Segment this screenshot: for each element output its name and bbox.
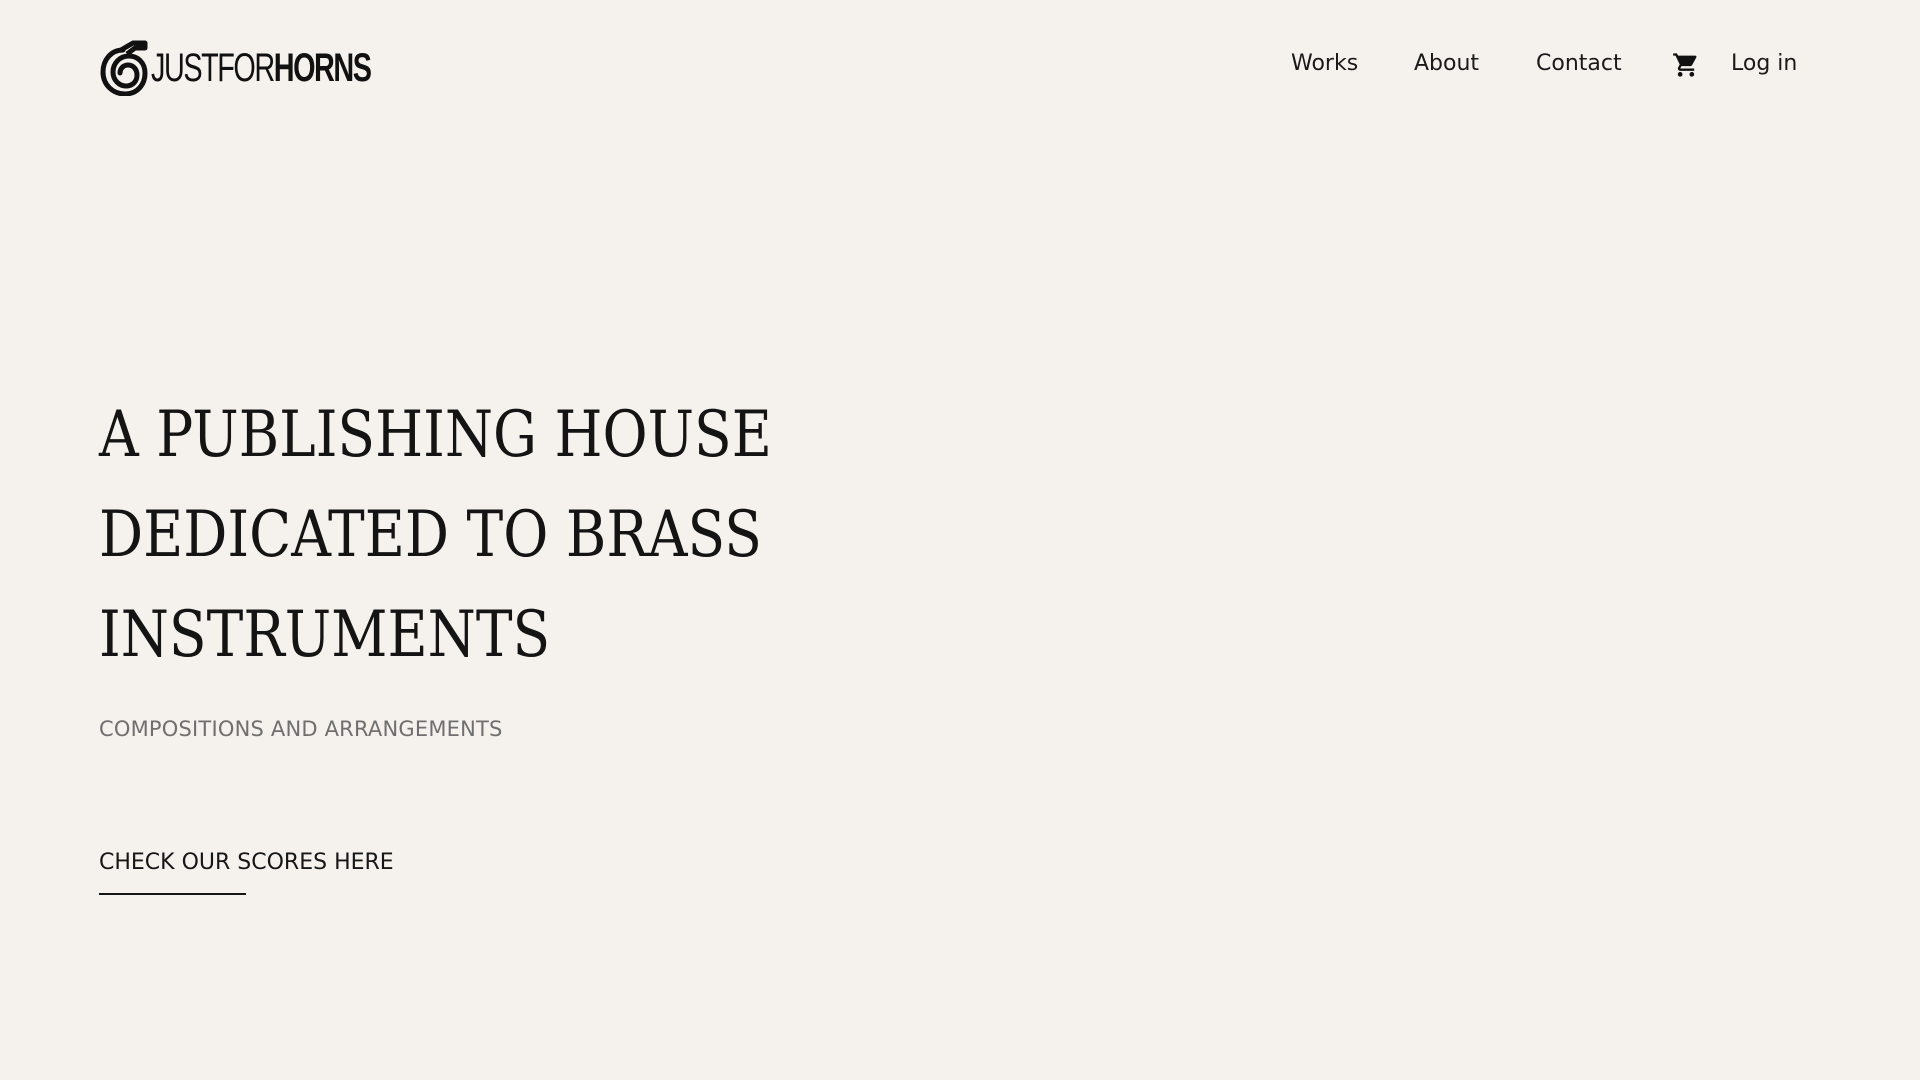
site-logo[interactable]: JUSTFORHORNS — [99, 40, 456, 96]
shopping-cart-icon[interactable] — [1672, 51, 1700, 79]
nav-login[interactable]: Log in — [1731, 48, 1797, 80]
hero-subtitle: COMPOSITIONS AND ARRANGEMENTS — [99, 717, 503, 741]
logo-text-bold: HORNS — [273, 46, 372, 90]
cta-underline — [99, 893, 246, 895]
hero-title: A PUBLISHING HOUSE DEDICATED TO BRASS IN… — [99, 385, 873, 685]
logo-wordmark: JUSTFORHORNS — [151, 40, 372, 96]
hero-title-line-2: DEDICATED TO BRASS — [99, 498, 762, 572]
nav-contact[interactable]: Contact — [1536, 48, 1622, 80]
french-horn-icon — [100, 40, 148, 96]
check-scores-link[interactable]: CHECK OUR SCORES HERE — [99, 848, 394, 878]
nav-about[interactable]: About — [1414, 48, 1479, 80]
logo-text-light: JUSTFOR — [151, 46, 275, 90]
nav-works[interactable]: Works — [1291, 48, 1358, 80]
hero-title-line-3: INSTRUMENTS — [99, 598, 551, 672]
hero-title-line-1: A PUBLISHING HOUSE — [99, 398, 772, 472]
site-header: JUSTFORHORNS Works About Contact Log in — [0, 0, 1920, 130]
